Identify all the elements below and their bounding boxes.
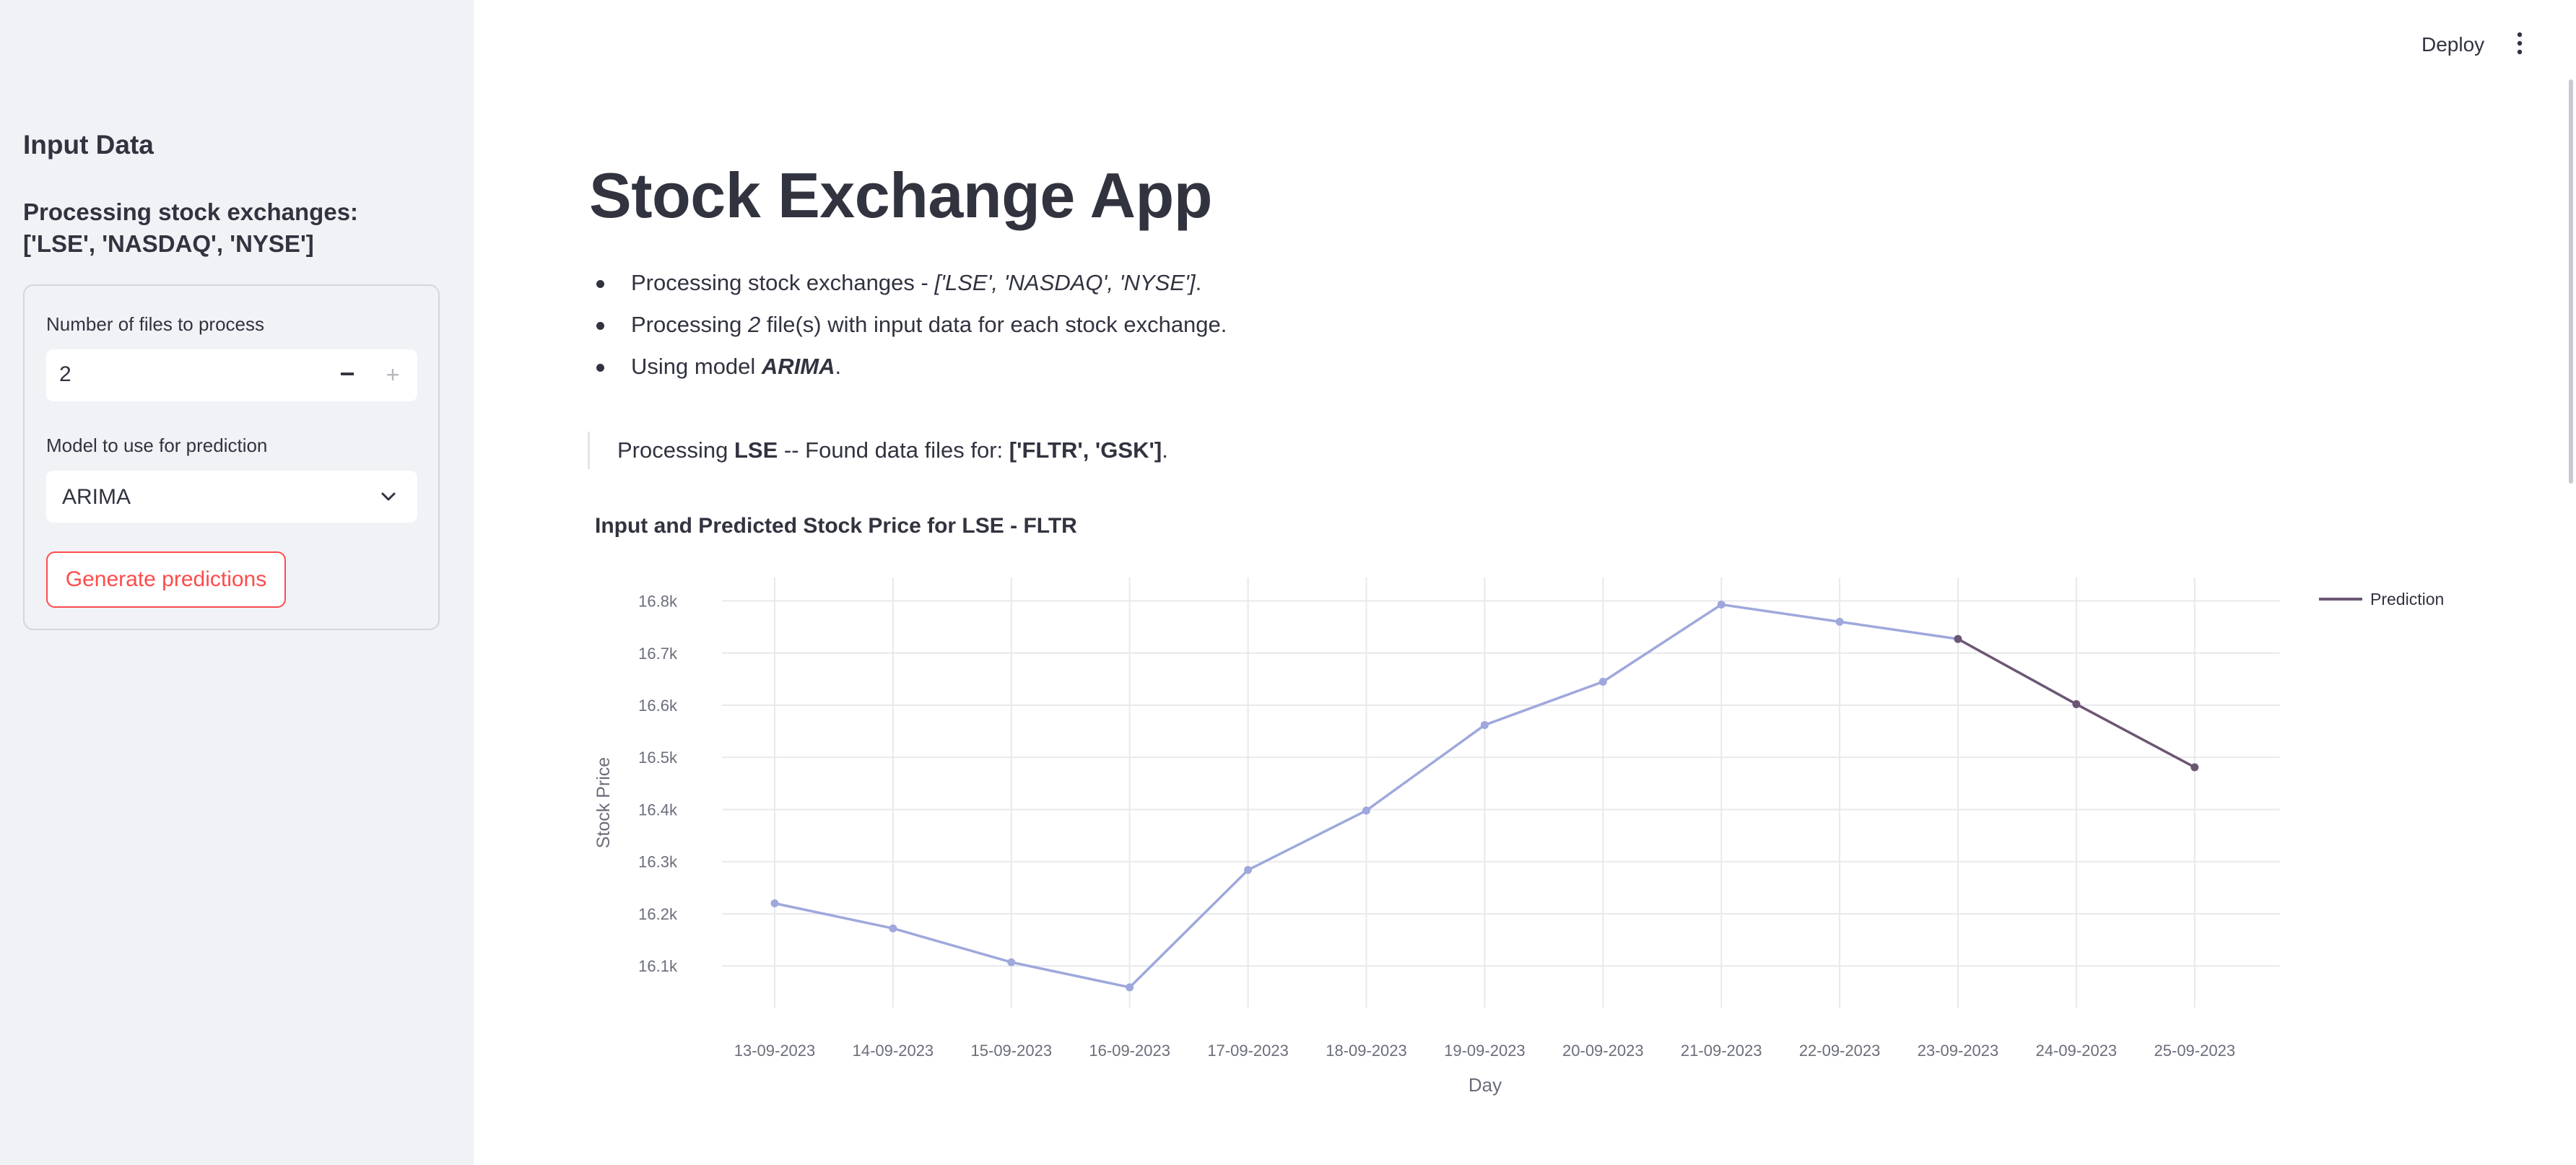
list-item: Processing stock exchanges - ['LSE', 'NA… bbox=[589, 266, 1227, 307]
input-data-point[interactable] bbox=[1598, 677, 1607, 686]
decrement-button[interactable]: − bbox=[329, 358, 365, 393]
sidebar: Input Data Processing stock exchanges: [… bbox=[0, 0, 474, 1165]
list-item-text: Using model bbox=[631, 354, 762, 379]
x-tick-label: 19-09-2023 bbox=[1444, 1042, 1526, 1060]
sidebar-title: Input Data bbox=[23, 130, 154, 160]
note-text-middle: -- Found data files for: bbox=[778, 437, 1009, 463]
input-series-line bbox=[774, 603, 1959, 989]
y-tick-label: 16.8k bbox=[638, 593, 678, 611]
x-tick-label: 20-09-2023 bbox=[1562, 1042, 1644, 1060]
list-item-suffix: . bbox=[835, 354, 842, 379]
list-item: Using model ARIMA. bbox=[589, 349, 1227, 391]
list-item-text: Processing stock exchanges - bbox=[631, 270, 935, 295]
prediction-data-point[interactable] bbox=[1954, 634, 1962, 643]
x-tick-label: 24-09-2023 bbox=[2036, 1042, 2118, 1060]
y-tick-label: 16.5k bbox=[638, 749, 678, 767]
y-axis-label: Stock Price bbox=[593, 757, 614, 848]
x-tick-label: 14-09-2023 bbox=[853, 1042, 934, 1060]
more-options-icon[interactable] bbox=[2511, 29, 2528, 58]
model-label: Model to use for prediction bbox=[46, 435, 268, 456]
scrollbar[interactable] bbox=[2569, 79, 2573, 484]
x-tick-label: 21-09-2023 bbox=[1681, 1042, 1762, 1060]
input-data-point[interactable] bbox=[889, 924, 897, 933]
prediction-data-point[interactable] bbox=[2072, 700, 2081, 709]
list-item-text: Processing bbox=[631, 312, 748, 337]
note-suffix: . bbox=[1162, 437, 1168, 463]
processing-note: Processing LSE -- Found data files for: … bbox=[588, 432, 1168, 469]
note-text: Processing bbox=[617, 437, 734, 463]
chart-title: Input and Predicted Stock Price for LSE … bbox=[595, 514, 1077, 538]
x-tick-label: 22-09-2023 bbox=[1799, 1042, 1881, 1060]
input-data-point[interactable] bbox=[1717, 601, 1726, 609]
chart-grid bbox=[722, 577, 2280, 1008]
input-data-point[interactable] bbox=[1362, 806, 1370, 815]
list-item-suffix: . bbox=[1195, 270, 1202, 295]
note-exchange: LSE bbox=[734, 437, 778, 463]
page-title: Stock Exchange App bbox=[589, 160, 1213, 231]
input-data-point[interactable] bbox=[1244, 865, 1253, 874]
input-data-point[interactable] bbox=[1007, 958, 1016, 967]
input-data-point[interactable] bbox=[1126, 983, 1134, 992]
x-tick-labels: 13-09-2023 14-09-2023 15-09-2023 16-09-2023… bbox=[734, 1042, 2235, 1060]
list-item-suffix: file(s) with input data for each stock e… bbox=[760, 312, 1227, 337]
input-data-point[interactable] bbox=[1835, 617, 1844, 626]
files-count-label: Number of files to process bbox=[46, 313, 265, 335]
x-tick-label: 23-09-2023 bbox=[1918, 1042, 1999, 1060]
increment-button[interactable]: + bbox=[375, 358, 411, 393]
y-tick-labels: 16.1k 16.2k 16.3k 16.4k 16.5k 16.6k 16.7k 16.8k bbox=[638, 593, 678, 976]
x-axis-label: Day bbox=[1468, 1074, 1502, 1096]
chart-series bbox=[770, 601, 2199, 992]
chart-legend: Prediction bbox=[2319, 590, 2444, 608]
model-select-value[interactable]: ARIMA bbox=[62, 485, 131, 510]
input-data-point[interactable] bbox=[1954, 634, 1962, 643]
y-tick-label: 16.4k bbox=[638, 800, 678, 819]
prediction-data-point[interactable] bbox=[2190, 763, 2199, 772]
input-data-point[interactable] bbox=[1480, 720, 1489, 729]
x-tick-label: 17-09-2023 bbox=[1207, 1042, 1289, 1060]
list-item: Processing 2 file(s) with input data for… bbox=[589, 307, 1227, 349]
legend-label: Prediction bbox=[2370, 590, 2444, 608]
x-tick-label: 25-09-2023 bbox=[2154, 1042, 2236, 1060]
prediction-series-line bbox=[1957, 637, 2196, 769]
x-tick-label: 16-09-2023 bbox=[1089, 1042, 1170, 1060]
prediction-form: Number of files to process 2 − + Model t… bbox=[23, 284, 440, 630]
files-count-value[interactable]: 2 bbox=[59, 362, 71, 387]
list-item-value: ['LSE', 'NASDAQ', 'NYSE'] bbox=[934, 270, 1196, 295]
info-list: Processing stock exchanges - ['LSE', 'NA… bbox=[589, 266, 1227, 391]
note-files: ['FLTR', 'GSK'] bbox=[1009, 437, 1162, 463]
y-tick-label: 16.3k bbox=[638, 853, 678, 871]
y-tick-label: 16.2k bbox=[638, 905, 678, 923]
chevron-down-icon[interactable] bbox=[380, 488, 397, 505]
model-select[interactable]: ARIMA bbox=[46, 471, 417, 523]
list-item-value: ARIMA bbox=[761, 354, 835, 379]
sidebar-subtitle: Processing stock exchanges: ['LSE', 'NAS… bbox=[23, 198, 359, 257]
y-tick-label: 16.7k bbox=[638, 645, 678, 663]
input-data-point[interactable] bbox=[770, 899, 779, 908]
x-tick-label: 13-09-2023 bbox=[734, 1042, 816, 1060]
generate-predictions-button[interactable]: Generate predictions bbox=[46, 551, 286, 608]
y-tick-label: 16.6k bbox=[638, 697, 678, 715]
y-tick-label: 16.1k bbox=[638, 957, 678, 975]
x-tick-label: 18-09-2023 bbox=[1326, 1042, 1407, 1060]
files-count-input[interactable]: 2 − + bbox=[46, 349, 417, 401]
x-tick-label: 15-09-2023 bbox=[971, 1042, 1053, 1060]
list-item-value: 2 bbox=[747, 312, 761, 337]
deploy-button[interactable]: Deploy bbox=[2421, 33, 2484, 56]
